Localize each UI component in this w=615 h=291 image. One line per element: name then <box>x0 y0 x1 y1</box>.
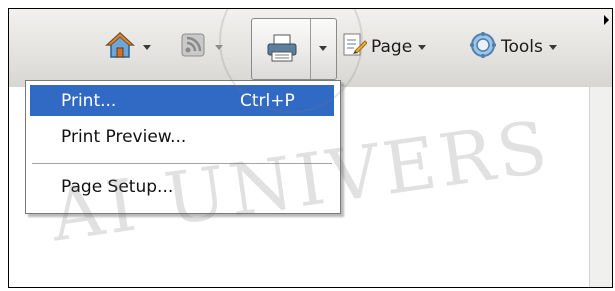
page-menu-label: Page <box>371 37 413 57</box>
chevron-down-icon[interactable] <box>143 44 151 50</box>
feeds-button[interactable] <box>181 29 223 65</box>
feeds-icon <box>181 33 205 61</box>
tools-menu-label: Tools <box>501 37 543 57</box>
split-divider <box>310 19 311 79</box>
menu-separator <box>32 163 332 165</box>
menu-item-page-setup[interactable]: Page Setup... <box>30 171 334 202</box>
menu-item-label: Print Preview... <box>61 126 187 147</box>
vertical-scrollbar[interactable] <box>589 87 612 287</box>
chevron-down-icon[interactable] <box>215 44 223 50</box>
gear-icon <box>469 31 497 63</box>
menu-item-print-preview[interactable]: Print Preview... <box>30 121 334 152</box>
browser-window: Page Tools Print... Ctrl+P Print Preview… <box>8 8 613 288</box>
home-button[interactable] <box>105 29 151 65</box>
toolbar-overflow-icon[interactable] <box>604 15 609 25</box>
menu-item-shortcut: Ctrl+P <box>240 90 295 111</box>
chevron-down-icon[interactable] <box>319 46 327 51</box>
tools-menu-button[interactable]: Tools <box>469 29 557 65</box>
printer-icon <box>266 33 298 67</box>
home-icon <box>105 30 135 64</box>
chevron-down-icon[interactable] <box>418 44 427 50</box>
menu-item-label: Page Setup... <box>61 176 174 197</box>
print-dropdown-menu: Print... Ctrl+P Print Preview... Page Se… <box>25 80 341 214</box>
page-menu-button[interactable]: Page <box>341 29 427 65</box>
chevron-down-icon[interactable] <box>548 44 557 50</box>
print-split-button[interactable] <box>251 18 337 80</box>
menu-item-print[interactable]: Print... Ctrl+P <box>30 85 334 116</box>
menu-item-label: Print... <box>61 90 117 111</box>
page-icon <box>341 31 368 63</box>
command-bar: Page Tools <box>9 9 612 88</box>
